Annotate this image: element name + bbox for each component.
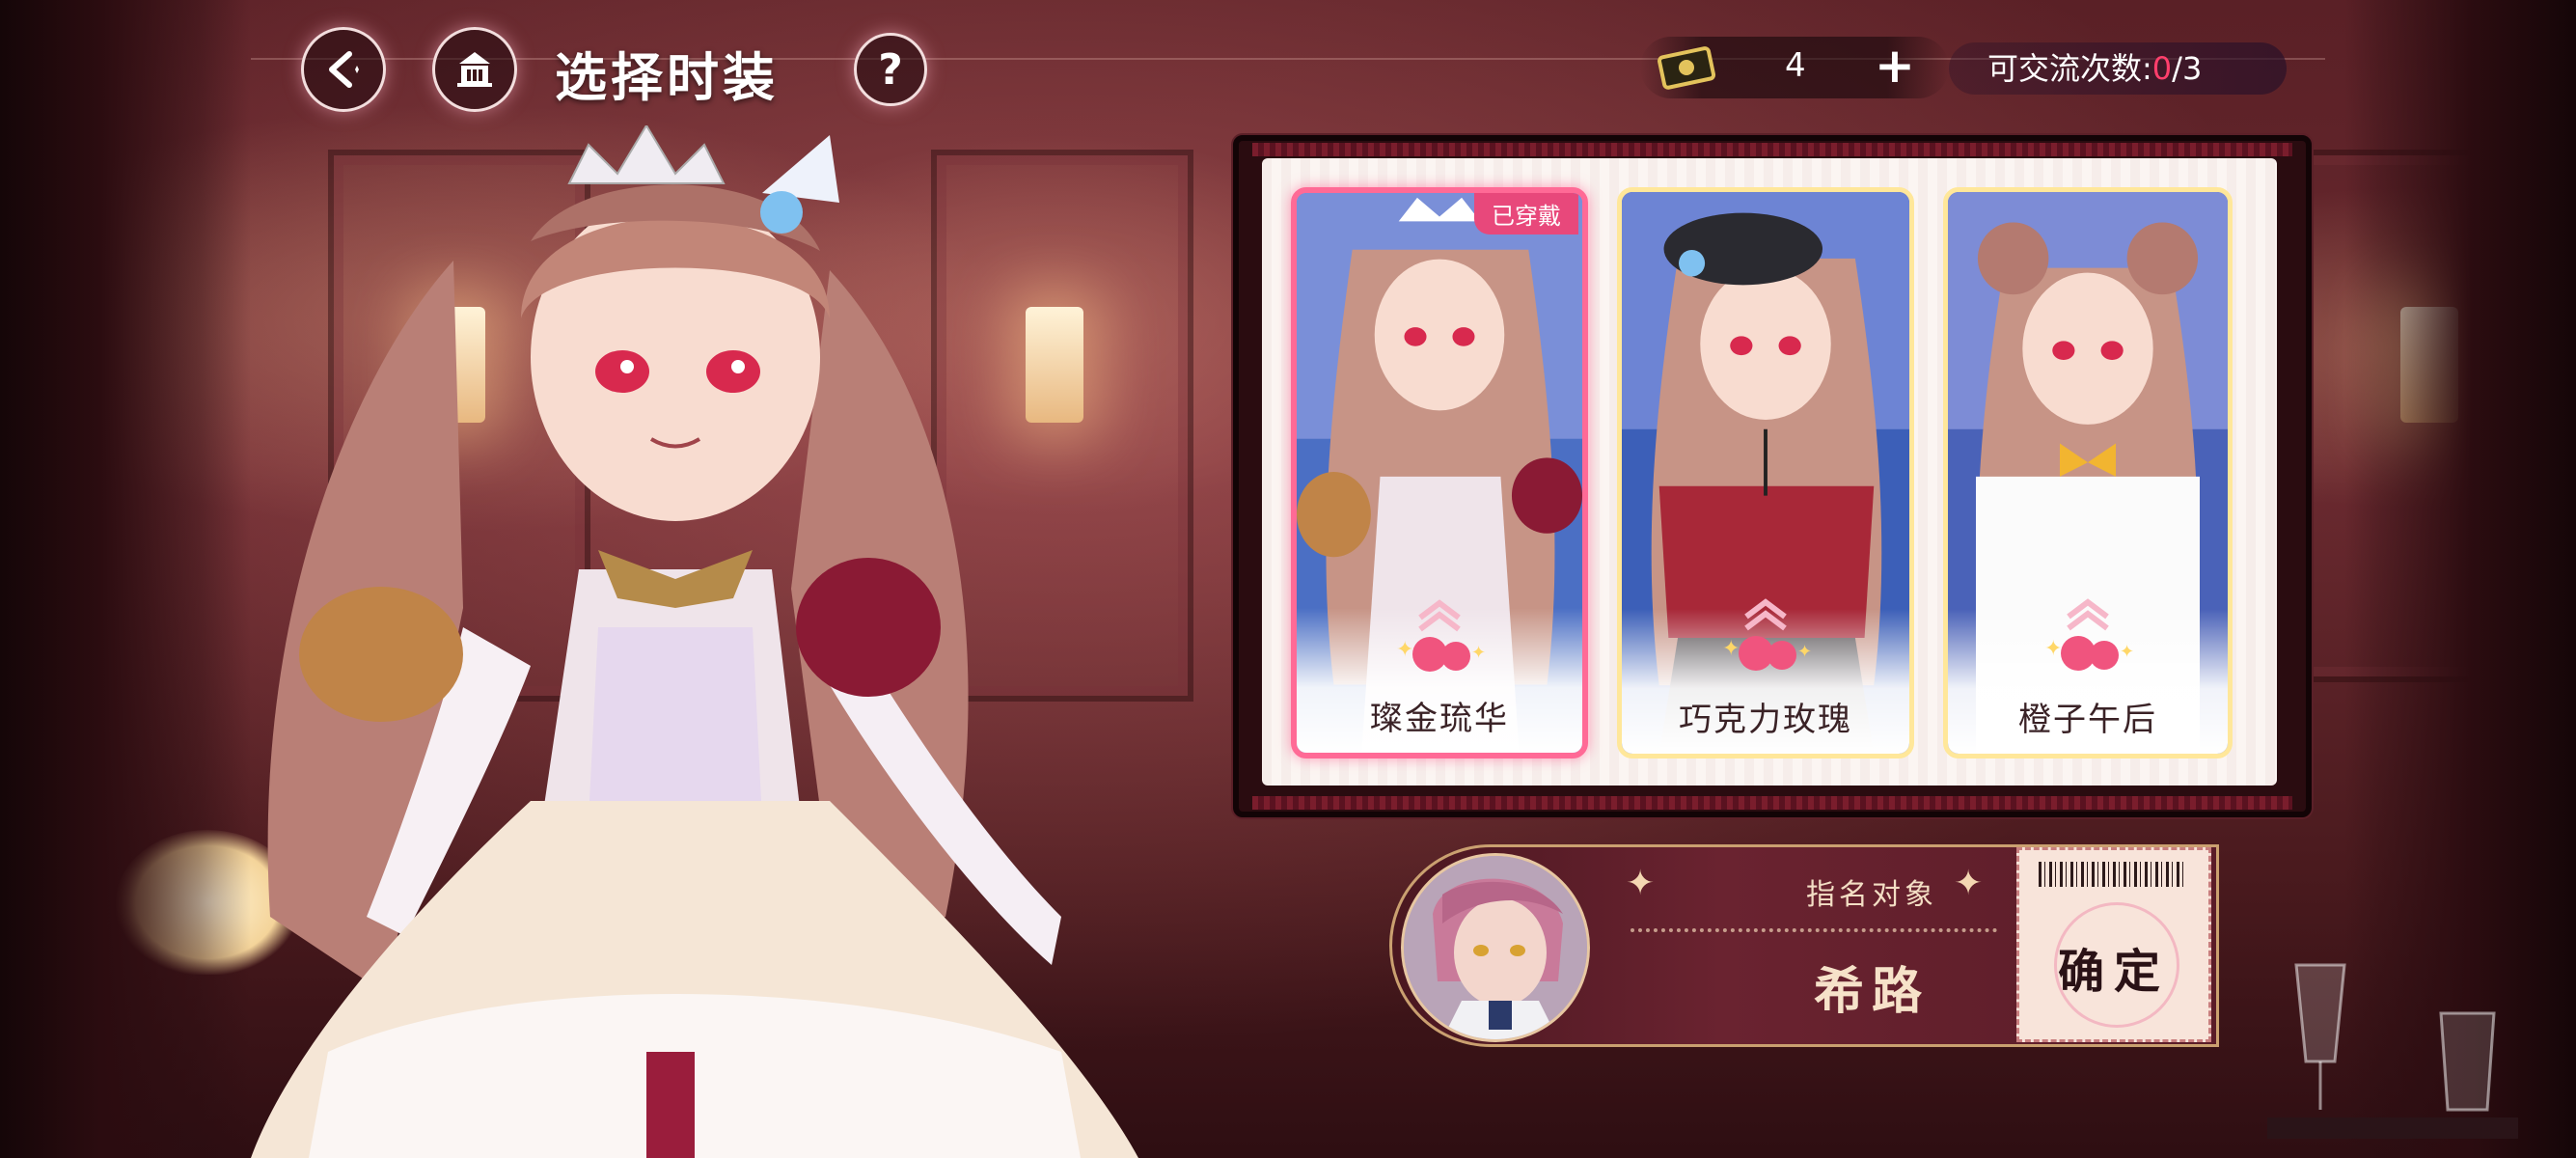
exchange-count: 可交流次数:0/3 [1949, 42, 2287, 95]
outfit-name: 巧克力玫瑰 [1679, 701, 1852, 739]
glasses-decoration [2267, 963, 2518, 1139]
add-currency-button[interactable]: + [1868, 39, 1922, 93]
exchange-total: /3 [2172, 50, 2203, 87]
confirm-button[interactable]: 确定 [2016, 847, 2211, 1042]
barcode-decoration [2039, 862, 2183, 887]
affection-icon: ✦ ✦ [2044, 598, 2134, 671]
svg-text:✦: ✦ [1797, 642, 1812, 662]
outfit-name: 璨金琉华 [1370, 700, 1509, 738]
outfit-card[interactable]: ✦ ✦ 璨金琉华 已穿戴 [1291, 187, 1588, 758]
back-button[interactable] [301, 27, 386, 112]
exchange-label: 可交流次数: [1987, 50, 2152, 87]
svg-text:✦: ✦ [1722, 637, 1740, 661]
home-button[interactable] [432, 27, 517, 112]
svg-text:✦: ✦ [1396, 638, 1413, 662]
affection-icon: ✦ ✦ [1396, 599, 1486, 672]
nominate-label: 指名对象 [1806, 878, 1937, 912]
nominee-avatar[interactable] [1401, 853, 1590, 1042]
outfit-panel: ✦ ✦ 璨金琉华 已穿戴 ✦ ✦ 巧克力玫瑰 ✦ ✦ 橙子午后 [1233, 135, 2312, 817]
exchange-used: 0 [2151, 50, 2173, 87]
frame-stripe-bottom [1252, 796, 2292, 810]
equipped-badge: 已穿戴 [1474, 193, 1578, 234]
frame-stripe-top [1252, 143, 2292, 156]
help-button[interactable]: ? [854, 33, 927, 106]
back-arrow-icon [329, 51, 359, 88]
nominate-divider [1631, 928, 1997, 932]
outfit-card[interactable]: ✦ ✦ 橙子午后 [1943, 187, 2233, 758]
outfit-list: ✦ ✦ 璨金琉华 已穿戴 ✦ ✦ 巧克力玫瑰 ✦ ✦ 橙子午后 [1262, 158, 2277, 786]
outfit-card[interactable]: ✦ ✦ 巧克力玫瑰 [1617, 187, 1914, 758]
currency-value: 4 [1785, 46, 1806, 85]
character-illustration [251, 125, 1138, 1158]
nominee-name: 希路 [1813, 963, 1930, 1021]
sparkle-icon: ✦ [1626, 864, 1656, 903]
svg-text:✦: ✦ [2044, 637, 2062, 661]
nominee-portrait [1404, 856, 1587, 1039]
currency-bar: 4 + [1640, 37, 1949, 98]
svg-text:✦: ✦ [1471, 643, 1486, 663]
affection-icon: ✦ ✦ [1722, 598, 1812, 671]
ticket-icon [1658, 46, 1716, 90]
page-title: 选择时装 [555, 47, 779, 108]
help-icon: ? [878, 44, 903, 95]
building-icon [457, 52, 492, 87]
confirm-label: 确定 [2057, 945, 2170, 999]
outfit-name: 橙子午后 [2018, 701, 2157, 739]
svg-text:✦: ✦ [2120, 642, 2134, 662]
